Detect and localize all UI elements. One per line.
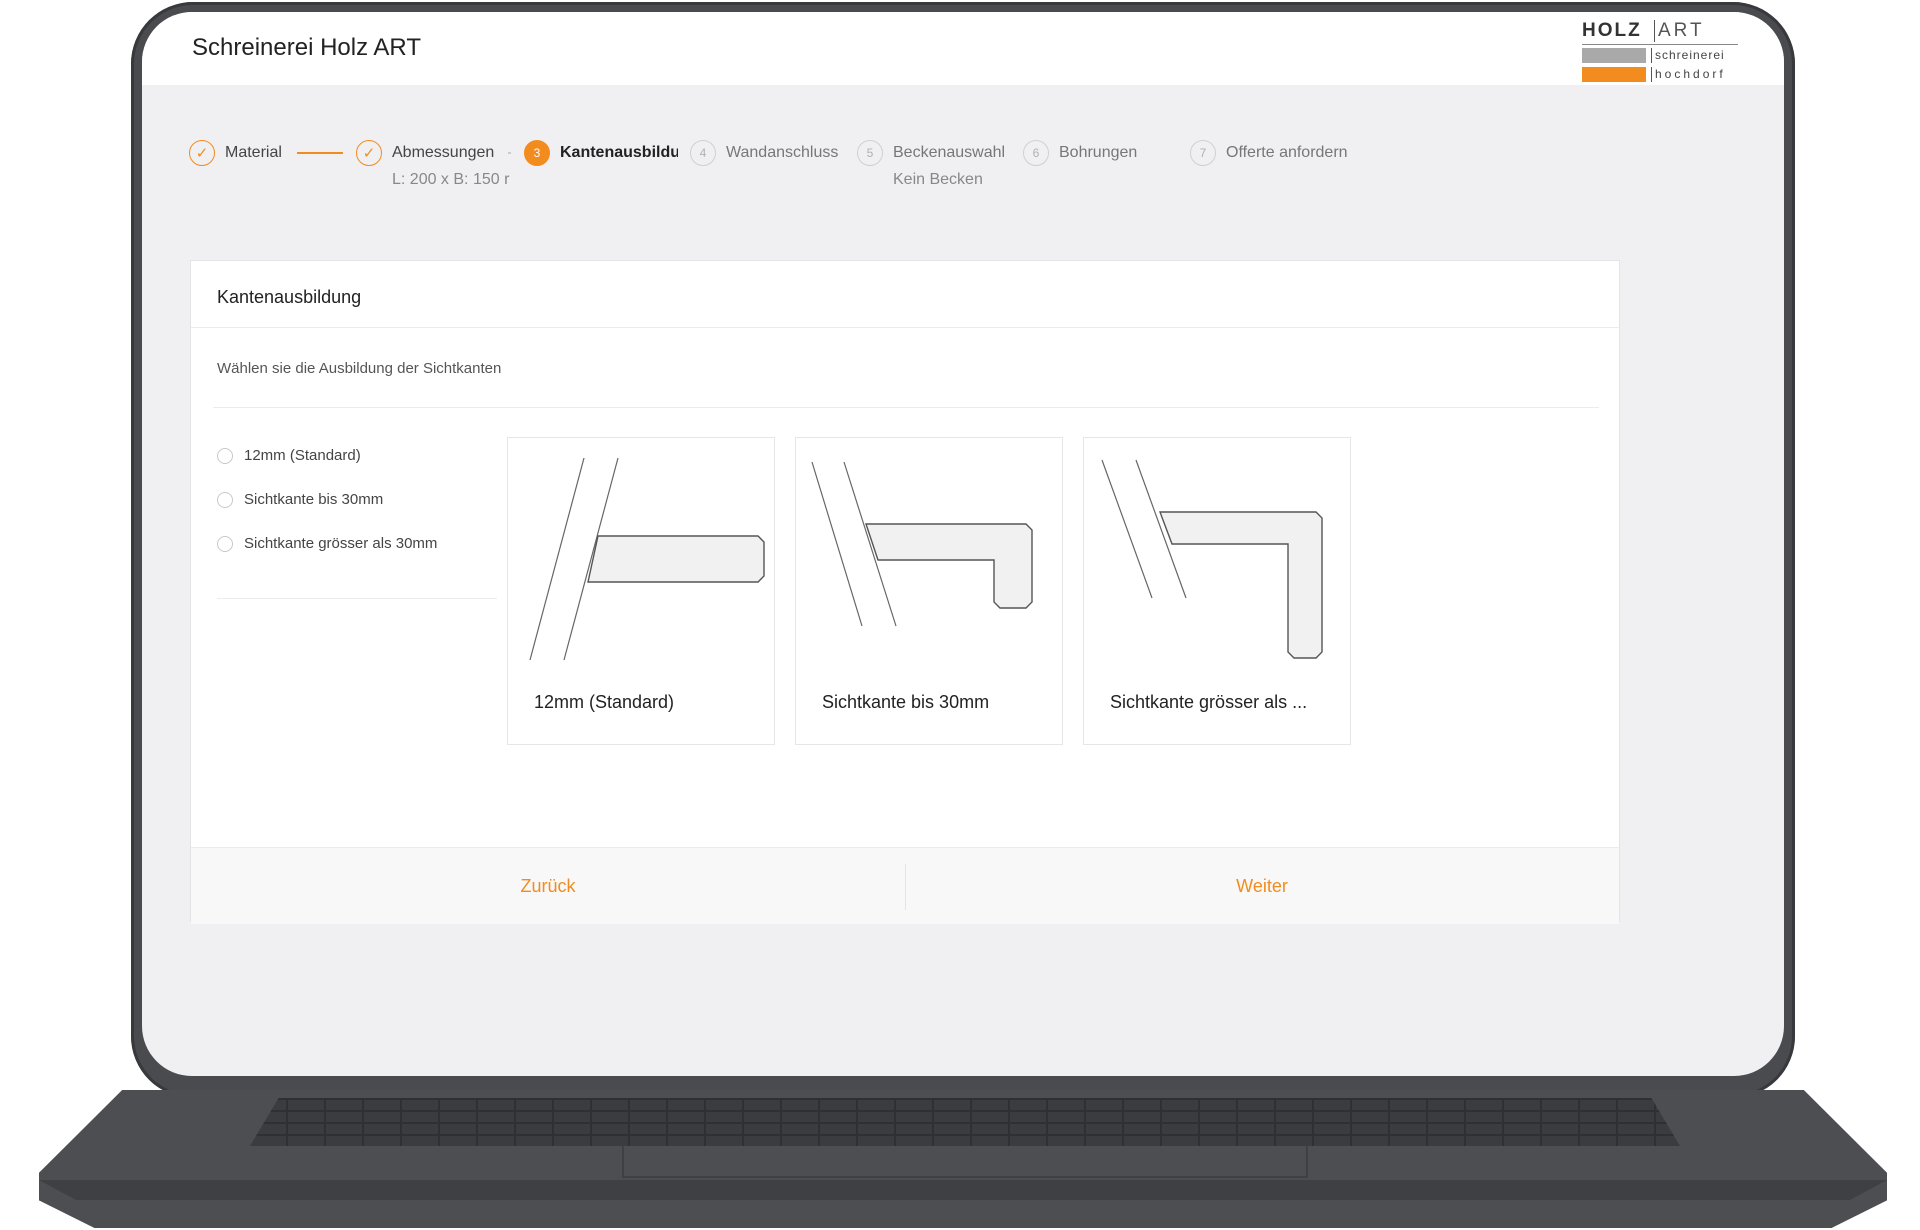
step-number: 3 — [524, 140, 550, 166]
app-header: Schreinerei Holz ART HOLZ ART schreinere… — [142, 12, 1784, 85]
step-kantenausbildung[interactable]: 3 Kantenausbildu — [524, 140, 678, 170]
step-label: Offerte anfordern — [1226, 144, 1348, 161]
laptop-touchpad — [622, 1146, 1308, 1178]
card-footer: Zurück Weiter — [191, 847, 1619, 924]
card-subtitle: Wählen sie die Ausbildung der Sichtkante… — [217, 360, 502, 377]
back-button[interactable]: Zurück — [191, 848, 905, 924]
option-card-30mm[interactable]: Sichtkante bis 30mm — [795, 437, 1063, 745]
option-label: Sichtkante grösser als ... — [1110, 692, 1308, 712]
edge-30mm-icon — [811, 461, 1033, 627]
step-offerte[interactable]: 7 Offerte anfordern — [1190, 140, 1370, 170]
step-label: Bohrungen — [1059, 144, 1138, 161]
step-number: 7 — [1190, 140, 1216, 166]
edge-selection-card: Kantenausbildung Wählen sie die Ausbildu… — [190, 260, 1620, 924]
option-card-12mm[interactable]: 12mm (Standard) — [507, 437, 775, 745]
step-bohrungen[interactable]: 6 Bohrungen — [1023, 140, 1173, 170]
step-material[interactable]: ✓ Material — [189, 140, 309, 170]
divider — [191, 327, 1619, 328]
step-label: Abmessungen — [392, 144, 495, 161]
company-logo[interactable]: HOLZ ART schreinerei hochdorf — [1582, 18, 1742, 82]
logo-subtitle-2: hochdorf — [1651, 67, 1726, 82]
logo-art-text: ART — [1654, 20, 1705, 42]
edge-large-icon — [1101, 459, 1323, 659]
option-card-large[interactable]: Sichtkante grösser als ... — [1083, 437, 1351, 745]
step-number: 4 — [690, 140, 716, 166]
laptop-base-edge — [39, 1180, 1887, 1200]
radio-button[interactable] — [217, 492, 233, 508]
step-sublabel: Kein Becken — [893, 171, 983, 188]
step-label: Wandanschluss — [726, 144, 839, 161]
radio-label: 12mm (Standard) — [244, 447, 361, 464]
logo-subtitle-1: schreinerei — [1651, 48, 1725, 63]
check-icon: ✓ — [189, 140, 215, 166]
radio-button[interactable] — [217, 448, 233, 464]
laptop-keyboard — [250, 1098, 1680, 1146]
edge-12mm-icon — [529, 457, 765, 661]
step-connector — [297, 152, 343, 154]
step-label: Beckenauswahl — [893, 144, 1006, 161]
logo-grey-bar — [1582, 48, 1646, 63]
logo-rule — [1582, 44, 1738, 45]
card-title: Kantenausbildung — [217, 287, 362, 307]
logo-holz-text: HOLZ — [1582, 20, 1642, 41]
next-button[interactable]: Weiter — [905, 848, 1619, 924]
step-wandanschluss[interactable]: 4 Wandanschluss — [690, 140, 840, 170]
app-title: Schreinerei Holz ART — [192, 34, 421, 61]
step-label: Kantenausbildu — [560, 144, 678, 161]
check-icon: ✓ — [356, 140, 382, 166]
option-label: 12mm (Standard) — [534, 692, 675, 712]
laptop-screen: Schreinerei Holz ART HOLZ ART schreinere… — [142, 12, 1784, 1076]
logo-orange-bar — [1582, 67, 1646, 82]
step-sublabel: L: 200 x B: 150 r — [392, 171, 510, 188]
step-abmessungen[interactable]: ✓ Abmessungen L: 200 x B: 150 r — [356, 140, 509, 188]
step-number: 6 — [1023, 140, 1049, 166]
option-label: Sichtkante bis 30mm — [822, 692, 990, 712]
step-label: Material — [225, 144, 282, 161]
radio-label: Sichtkante grösser als 30mm — [244, 535, 438, 552]
step-number: 5 — [857, 140, 883, 166]
radio-label: Sichtkante bis 30mm — [244, 491, 384, 508]
radio-button[interactable] — [217, 536, 233, 552]
step-beckenauswahl[interactable]: 5 Beckenauswahl Kein Becken — [857, 140, 1007, 188]
step-connector — [508, 152, 511, 154]
divider — [213, 407, 1599, 408]
divider — [217, 598, 497, 599]
